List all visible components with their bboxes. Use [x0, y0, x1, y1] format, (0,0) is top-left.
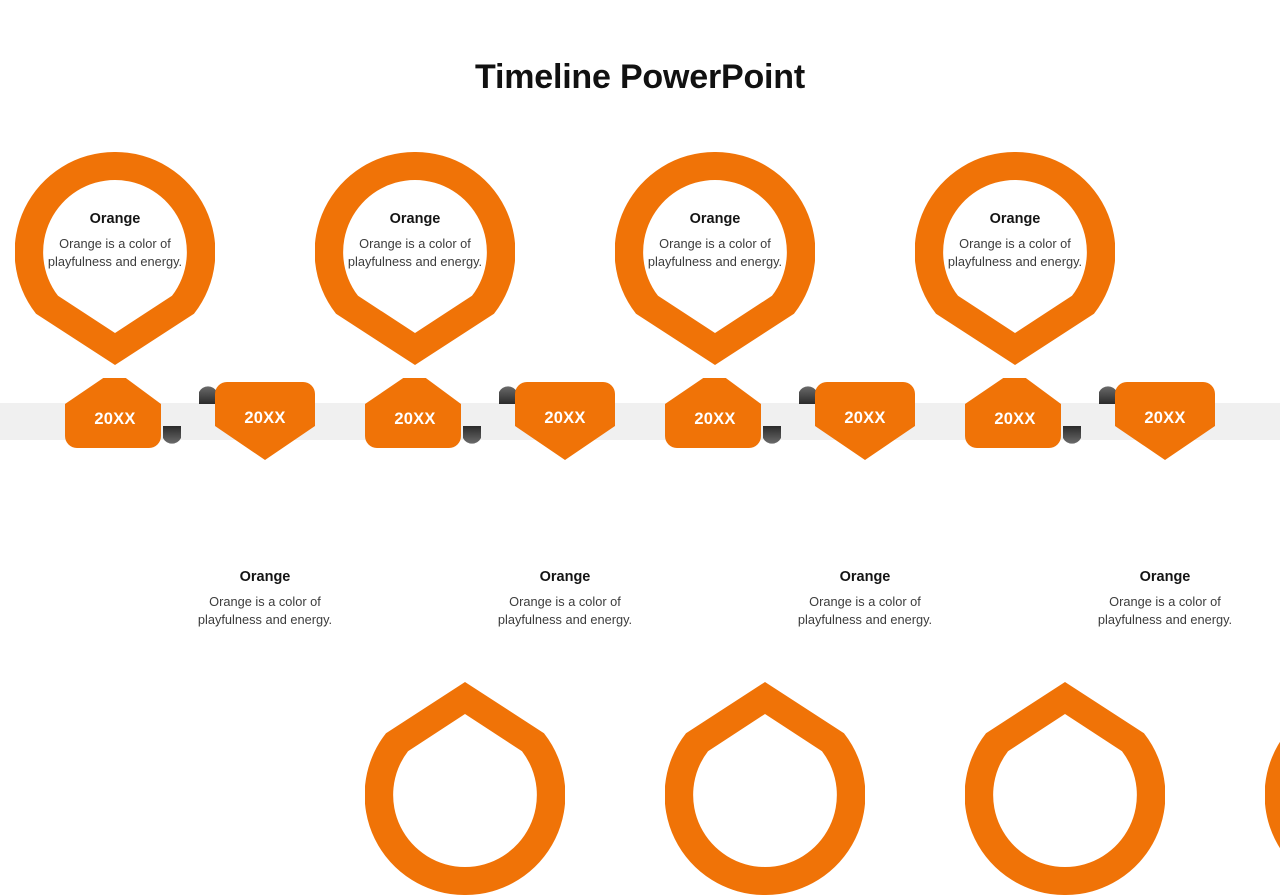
year-label: 20XX — [544, 409, 586, 427]
year-badge[interactable]: 20XX — [965, 378, 1081, 448]
bubble-text-group: Orange Orange is a color of playfulness a… — [1087, 568, 1243, 629]
year-label: 20XX — [244, 409, 286, 427]
bubble-body: Orange is a color of playfulness and ene… — [197, 594, 333, 627]
year-label: 20XX — [1144, 409, 1186, 427]
timeline-band — [0, 403, 1280, 440]
bubble-heading: Orange — [89, 211, 141, 227]
page-title: Timeline PowerPoint — [475, 58, 805, 96]
year-badge[interactable]: 20XX — [65, 378, 181, 448]
page-fold-icon — [163, 426, 181, 448]
bubble-text-group: Orange Orange is a color of playfulness a… — [337, 210, 493, 271]
bubble-heading: Orange — [989, 211, 1041, 227]
timeline-bubble[interactable]: Orange Orange is a color of playfulness a… — [315, 152, 515, 365]
bubble-body: Orange is a color of playfulness and ene… — [347, 236, 483, 269]
page-fold-icon — [763, 426, 781, 448]
bubble-text-group: Orange Orange is a color of playfulness a… — [787, 568, 943, 629]
bubble-body: Orange is a color of playfulness and ene… — [947, 236, 1083, 269]
timeline-bubble[interactable]: Orange Orange is a color of playfulness a… — [615, 152, 815, 365]
timeline-bubble[interactable]: Orange Orange is a color of playfulness a… — [165, 480, 565, 895]
year-badge[interactable]: 20XX — [199, 382, 315, 460]
bubble-text-group: Orange Orange is a color of playfulness a… — [487, 568, 643, 629]
timeline-bubble[interactable]: Orange Orange is a color of playfulness a… — [765, 480, 1165, 895]
bubble-text-group: Orange Orange is a color of playfulness a… — [637, 210, 793, 271]
bubble-heading: Orange — [839, 569, 891, 585]
bubble-heading: Orange — [539, 569, 591, 585]
year-label: 20XX — [394, 410, 436, 428]
bubble-heading: Orange — [389, 211, 441, 227]
timeline-bubble[interactable]: Orange Orange is a color of playfulness a… — [915, 152, 1115, 365]
bubble-text-group: Orange Orange is a color of playfulness a… — [187, 568, 343, 629]
timeline-bubble[interactable]: Orange Orange is a color of playfulness a… — [465, 480, 865, 895]
bubble-body: Orange is a color of playfulness and ene… — [47, 236, 183, 269]
bubble-heading: Orange — [239, 569, 291, 585]
bubble-heading: Orange — [1139, 569, 1191, 585]
year-badge[interactable]: 20XX — [499, 382, 615, 460]
timeline-bubble[interactable]: Orange Orange is a color of playfulness a… — [1065, 480, 1280, 895]
timeline-bubble[interactable]: Orange Orange is a color of playfulness a… — [15, 152, 215, 365]
bubble-body: Orange is a color of playfulness and ene… — [497, 594, 633, 627]
year-badge[interactable]: 20XX — [1099, 382, 1215, 460]
year-badge[interactable]: 20XX — [799, 382, 915, 460]
page-fold-icon — [463, 426, 481, 448]
year-badge[interactable]: 20XX — [365, 378, 481, 448]
bubble-body: Orange is a color of playfulness and ene… — [647, 236, 783, 269]
year-badge[interactable]: 20XX — [665, 378, 781, 448]
bubble-text-group: Orange Orange is a color of playfulness a… — [937, 210, 1093, 271]
year-label: 20XX — [694, 410, 736, 428]
year-label: 20XX — [994, 410, 1036, 428]
bubble-heading: Orange — [689, 211, 741, 227]
bubble-body: Orange is a color of playfulness and ene… — [797, 594, 933, 627]
bubble-body: Orange is a color of playfulness and ene… — [1097, 594, 1233, 627]
year-label: 20XX — [844, 409, 886, 427]
page-fold-icon — [1063, 426, 1081, 448]
year-label: 20XX — [94, 410, 136, 428]
slide-canvas: Timeline PowerPoint Orange Orange is a co… — [0, 0, 1280, 895]
bubble-text-group: Orange Orange is a color of playfulness a… — [37, 210, 193, 271]
